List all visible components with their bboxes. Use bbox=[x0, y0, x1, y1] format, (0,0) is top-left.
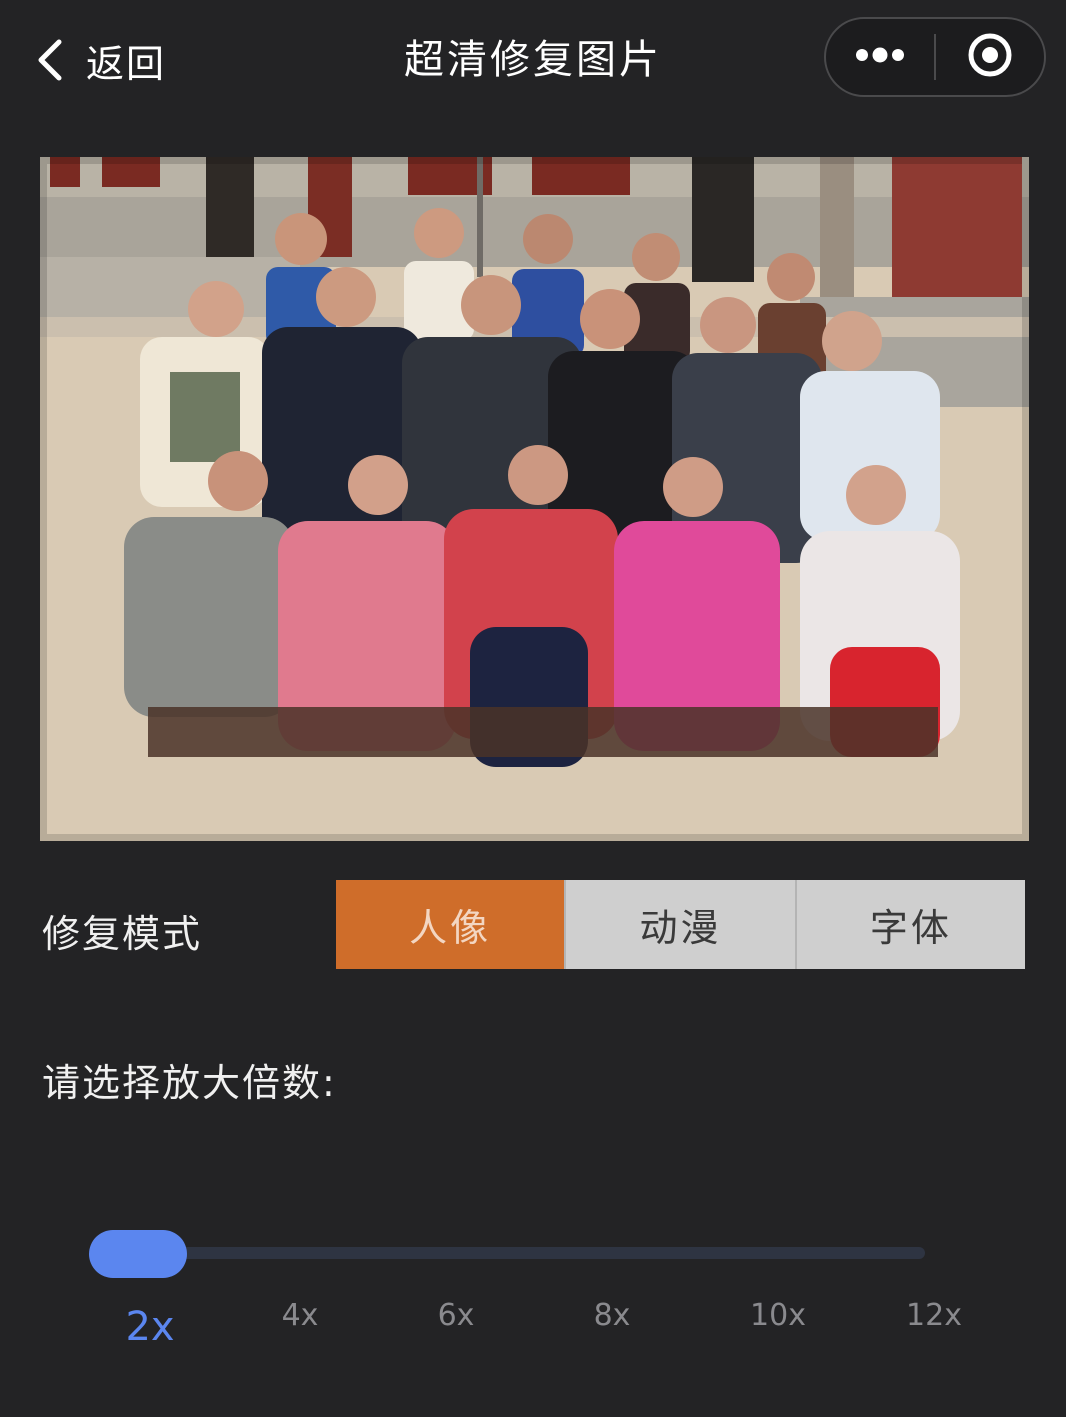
scale-option-4x[interactable]: 4x bbox=[250, 1298, 350, 1333]
mode-option-anime[interactable]: 动漫 bbox=[564, 880, 795, 969]
scale-option-6x[interactable]: 6x bbox=[406, 1298, 506, 1333]
scale-option-10x[interactable]: 10x bbox=[728, 1298, 828, 1333]
scale-option-8x[interactable]: 8x bbox=[562, 1298, 662, 1333]
record-circle-icon bbox=[966, 31, 1014, 83]
scale-label: 请选择放大倍数: bbox=[42, 1061, 337, 1105]
repair-mode-segmented-control: 人像 动漫 字体 bbox=[336, 880, 1025, 969]
more-button[interactable] bbox=[826, 19, 934, 95]
scale-option-2x[interactable]: 2x bbox=[100, 1304, 200, 1350]
mode-option-font[interactable]: 字体 bbox=[794, 880, 1025, 969]
scale-slider-track[interactable] bbox=[120, 1247, 925, 1259]
scale-slider-thumb[interactable] bbox=[89, 1230, 187, 1278]
nav-bar: 返回 超清修复图片 bbox=[0, 0, 1066, 120]
scale-option-12x[interactable]: 12x bbox=[884, 1298, 984, 1333]
menu-capsule bbox=[824, 17, 1046, 97]
mode-option-portrait[interactable]: 人像 bbox=[336, 880, 565, 969]
more-dots-icon bbox=[854, 47, 906, 67]
close-miniprogram-button[interactable] bbox=[936, 19, 1044, 95]
preview-image bbox=[40, 157, 1029, 841]
repair-mode-label: 修复模式 bbox=[42, 912, 203, 956]
